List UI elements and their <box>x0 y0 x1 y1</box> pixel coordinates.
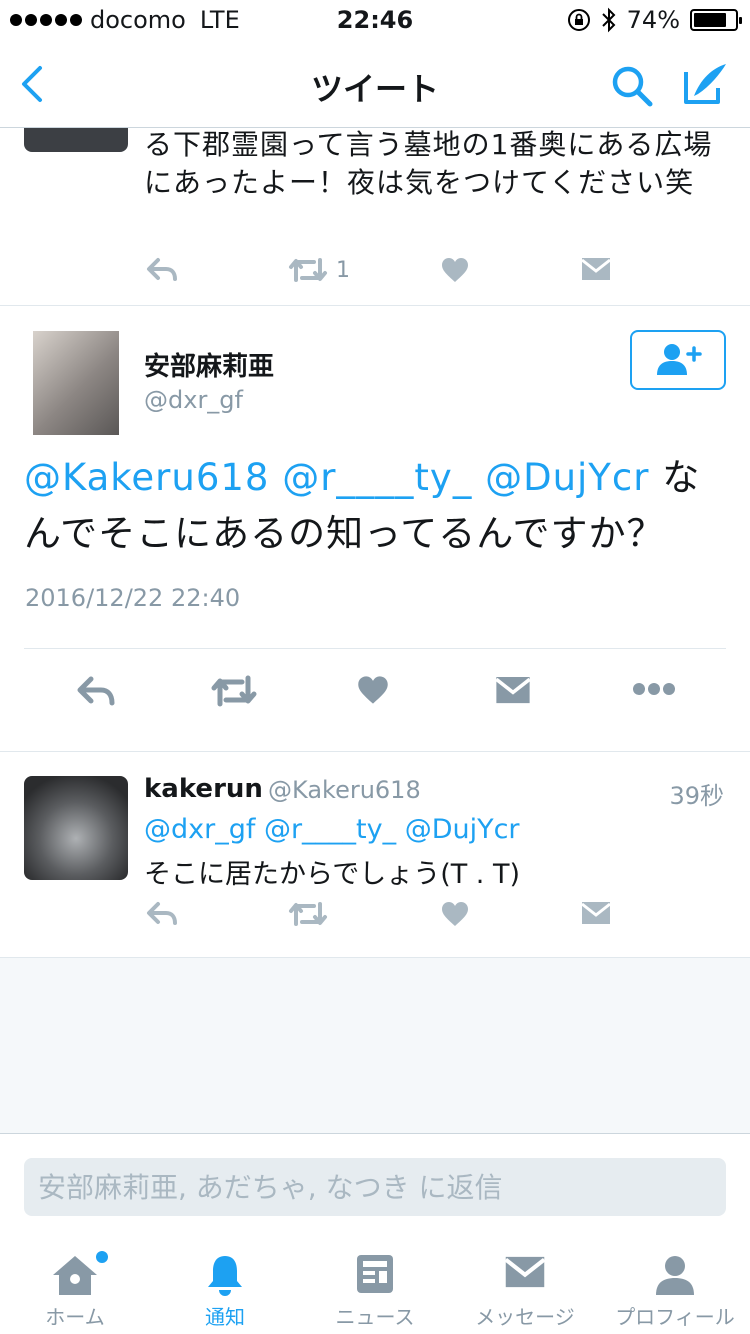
tab-home[interactable]: ホーム <box>0 1239 150 1334</box>
rotation-lock-icon <box>567 9 590 31</box>
like-button[interactable] <box>440 900 470 928</box>
compose-button[interactable] <box>680 58 730 108</box>
reply-icon <box>77 676 115 706</box>
notification-dot <box>96 1251 108 1263</box>
reply-button[interactable] <box>146 900 178 928</box>
tweet-timestamp: 2016/12/22 22:40 <box>25 584 241 612</box>
author-name[interactable]: 安部麻莉亜 <box>144 346 274 383</box>
author-handle[interactable]: @Kakeru618 <box>268 776 421 804</box>
author-handle[interactable]: @dxr_gf <box>144 386 243 414</box>
search-button[interactable] <box>608 62 656 110</box>
dm-button[interactable] <box>580 900 612 926</box>
tweet-thread[interactable]: る下郡霊園って言う墓地の1番奥にある広場にあったよー！夜は気をつけてください笑 … <box>0 128 750 1133</box>
reply-button[interactable] <box>76 674 116 708</box>
like-button[interactable] <box>440 256 470 284</box>
tweet-mentions[interactable]: @Kakeru618 @r____ty_ @DujYcr <box>24 456 649 499</box>
dm-button[interactable] <box>580 256 612 282</box>
reply-input[interactable] <box>24 1158 726 1216</box>
tab-label: ニュース <box>335 1305 415 1329</box>
retweet-count: 1 <box>336 257 350 283</box>
status-right: 74% <box>567 6 742 34</box>
heart-icon <box>442 258 468 282</box>
more-icon <box>633 683 675 695</box>
tab-notifications[interactable]: 通知 <box>150 1239 300 1334</box>
heart-icon <box>442 902 468 926</box>
like-button[interactable] <box>356 674 390 706</box>
battery-percent: 74% <box>626 6 680 34</box>
profile-icon <box>656 1256 694 1295</box>
tweet-mentions[interactable]: @dxr_gf @r____ty_ @DujYcr <box>144 814 520 845</box>
tab-profile[interactable]: プロフィール <box>600 1239 750 1334</box>
tab-label: プロフィール <box>615 1305 735 1329</box>
status-bar: docomo LTE 22:46 74% <box>0 0 750 40</box>
tweet-text: る下郡霊園って言う墓地の1番奥にある広場にあったよー！夜は気をつけてください笑 <box>144 128 713 199</box>
tab-messages[interactable]: メッセージ <box>450 1239 600 1334</box>
main-tweet[interactable]: 安部麻莉亜 @dxr_gf @Kakeru618 @r____ty_ @DujY… <box>0 306 750 752</box>
tab-bar: ホーム 通知 ニュース メッセージ プロフィール <box>0 1239 750 1334</box>
search-icon <box>612 66 653 107</box>
follow-button[interactable] <box>630 330 726 390</box>
tab-label: 通知 <box>205 1305 245 1329</box>
reply-tweet[interactable]: kakerun @Kakeru618 39秒 @dxr_gf @r____ty_… <box>0 752 750 958</box>
author-name[interactable]: kakerun <box>144 774 263 804</box>
retweet-icon <box>289 902 327 926</box>
envelope-icon <box>581 902 611 924</box>
avatar[interactable] <box>33 331 119 435</box>
reply-button[interactable] <box>146 256 178 284</box>
avatar[interactable] <box>24 128 128 152</box>
tweet-text: そこに居たからでしょう(T . T) <box>144 859 520 890</box>
tab-label: ホーム <box>45 1305 105 1329</box>
tweet-text: @Kakeru618 @r____ty_ @DujYcr なんでそこにあるの知っ… <box>24 450 734 562</box>
reply-icon <box>147 258 177 281</box>
retweet-icon <box>211 675 257 707</box>
envelope-icon <box>495 676 531 704</box>
home-icon <box>53 1256 97 1295</box>
more-button[interactable] <box>632 682 676 696</box>
retweet-button[interactable] <box>288 900 328 928</box>
battery-icon <box>690 9 742 31</box>
navigation-bar: ツイート <box>0 40 750 128</box>
tab-label: メッセージ <box>475 1305 575 1329</box>
envelope-icon <box>504 1256 546 1288</box>
reply-icon <box>147 902 177 925</box>
reply-bar <box>0 1133 750 1239</box>
previous-tweet[interactable]: る下郡霊園って言う墓地の1番奥にある広場にあったよー！夜は気をつけてください笑 … <box>0 128 750 306</box>
avatar[interactable] <box>24 776 128 880</box>
heart-icon <box>358 676 388 704</box>
compose-icon <box>684 64 726 104</box>
retweet-button[interactable]: 1 <box>288 256 350 284</box>
tab-news[interactable]: ニュース <box>300 1239 450 1334</box>
news-icon <box>357 1255 393 1293</box>
retweet-button[interactable] <box>210 674 258 708</box>
tweet-time: 39秒 <box>669 782 724 810</box>
retweet-icon <box>289 258 327 282</box>
divider <box>24 648 726 649</box>
envelope-icon <box>581 258 611 280</box>
bluetooth-icon <box>601 7 616 33</box>
dm-button[interactable] <box>494 674 532 706</box>
add-user-icon <box>657 344 702 375</box>
bell-icon <box>208 1256 242 1296</box>
